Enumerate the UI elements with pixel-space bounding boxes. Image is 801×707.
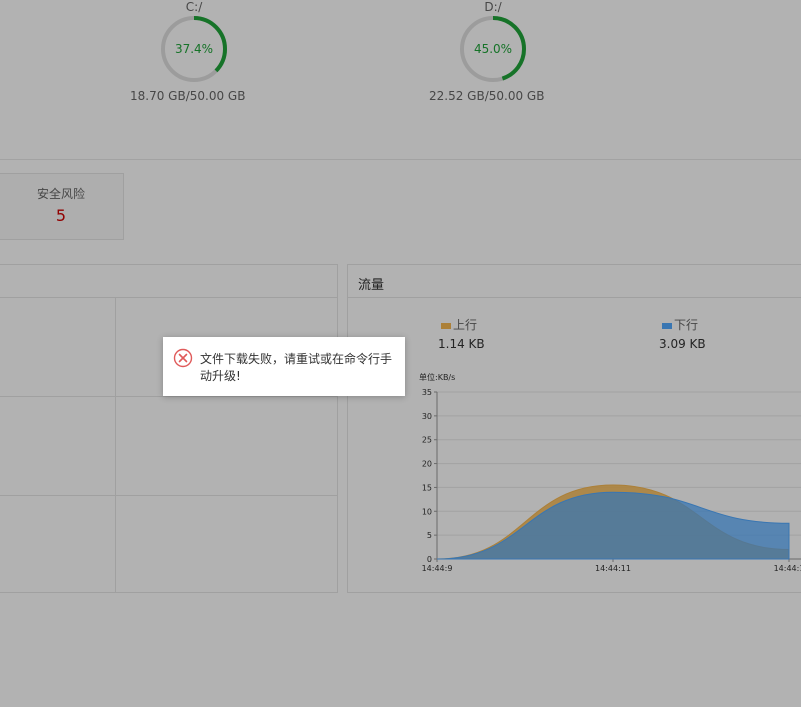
- toast-message: 文件下载失败，请重试或在命令行手动升级!: [200, 352, 393, 383]
- error-toast: 文件下载失败，请重试或在命令行手动升级!: [163, 337, 405, 396]
- error-icon: [173, 348, 193, 368]
